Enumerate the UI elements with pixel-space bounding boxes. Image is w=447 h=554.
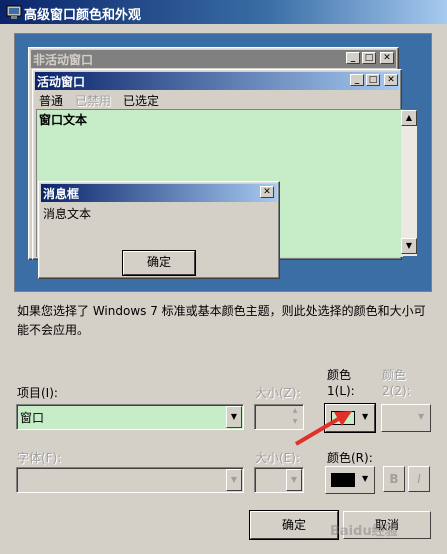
- size-label: 大小(Z):: [255, 386, 301, 400]
- bold-button[interactable]: B: [383, 466, 405, 492]
- inactive-window-title: 非活动窗口: [33, 53, 94, 67]
- window-title: 高级窗口颜色和外观: [24, 8, 142, 23]
- font-dropdown[interactable]: ▼: [16, 467, 244, 493]
- minimize-icon: _: [350, 74, 364, 86]
- message-box-title: 消息框: [43, 187, 80, 201]
- ok-button[interactable]: 确定: [250, 511, 338, 539]
- display-properties-icon: [6, 4, 22, 20]
- close-icon: ✕: [260, 186, 274, 198]
- maximize-icon: □: [366, 74, 380, 86]
- chevron-down-icon[interactable]: ▼: [286, 469, 302, 491]
- active-title-bar[interactable]: [35, 72, 399, 90]
- message-text: 消息文本: [43, 207, 92, 221]
- italic-button[interactable]: I: [408, 466, 430, 492]
- item-dropdown[interactable]: 窗口 ▼: [16, 404, 244, 430]
- annotation-arrow-icon: [294, 411, 352, 446]
- scrollbar[interactable]: [401, 110, 417, 256]
- window-text-sample: 窗口文本: [39, 113, 88, 127]
- color2-label-top: 颜色: [382, 368, 407, 382]
- item-label: 项目(I):: [17, 386, 58, 400]
- font-color-swatch: [331, 473, 355, 487]
- chevron-down-icon: ▼: [362, 474, 369, 483]
- chevron-down-icon: ▼: [418, 412, 425, 421]
- color1-label-top: 颜色: [327, 368, 352, 382]
- font-size-label: 大小(E):: [255, 451, 300, 465]
- color2-button[interactable]: ▼: [381, 404, 431, 432]
- info-text: 如果您选择了 Windows 7 标准或基本颜色主题，则此处选择的颜色和大小可能…: [17, 304, 426, 337]
- scroll-down-icon[interactable]: ▼: [401, 238, 417, 254]
- menu-item-selected[interactable]: 已选定: [123, 92, 159, 109]
- color1-label: 1(L):: [327, 384, 355, 398]
- chevron-down-icon[interactable]: ▼: [226, 469, 242, 491]
- watermark: Baidu经验: [330, 524, 398, 539]
- font-label: 字体(F):: [17, 451, 62, 465]
- maximize-icon: □: [362, 52, 376, 64]
- close-icon: ✕: [384, 74, 398, 86]
- close-icon: ✕: [380, 52, 394, 64]
- chevron-down-icon: ▼: [362, 412, 369, 421]
- color2-label: 2(2):: [382, 384, 411, 398]
- chevron-down-icon[interactable]: ▼: [226, 406, 242, 428]
- font-size-dropdown[interactable]: ▼: [254, 467, 304, 493]
- item-value: 窗口: [20, 411, 45, 425]
- menu-item-disabled[interactable]: 已禁用: [75, 92, 111, 109]
- font-color-button[interactable]: ▼: [325, 466, 375, 494]
- font-color-label: 颜色(R):: [327, 451, 373, 465]
- menu-item-normal[interactable]: 普通: [39, 92, 63, 109]
- minimize-icon: _: [346, 52, 360, 64]
- scroll-up-icon[interactable]: ▲: [401, 110, 417, 126]
- active-window-title: 活动窗口: [37, 75, 86, 89]
- message-ok-button[interactable]: 确定: [123, 251, 195, 275]
